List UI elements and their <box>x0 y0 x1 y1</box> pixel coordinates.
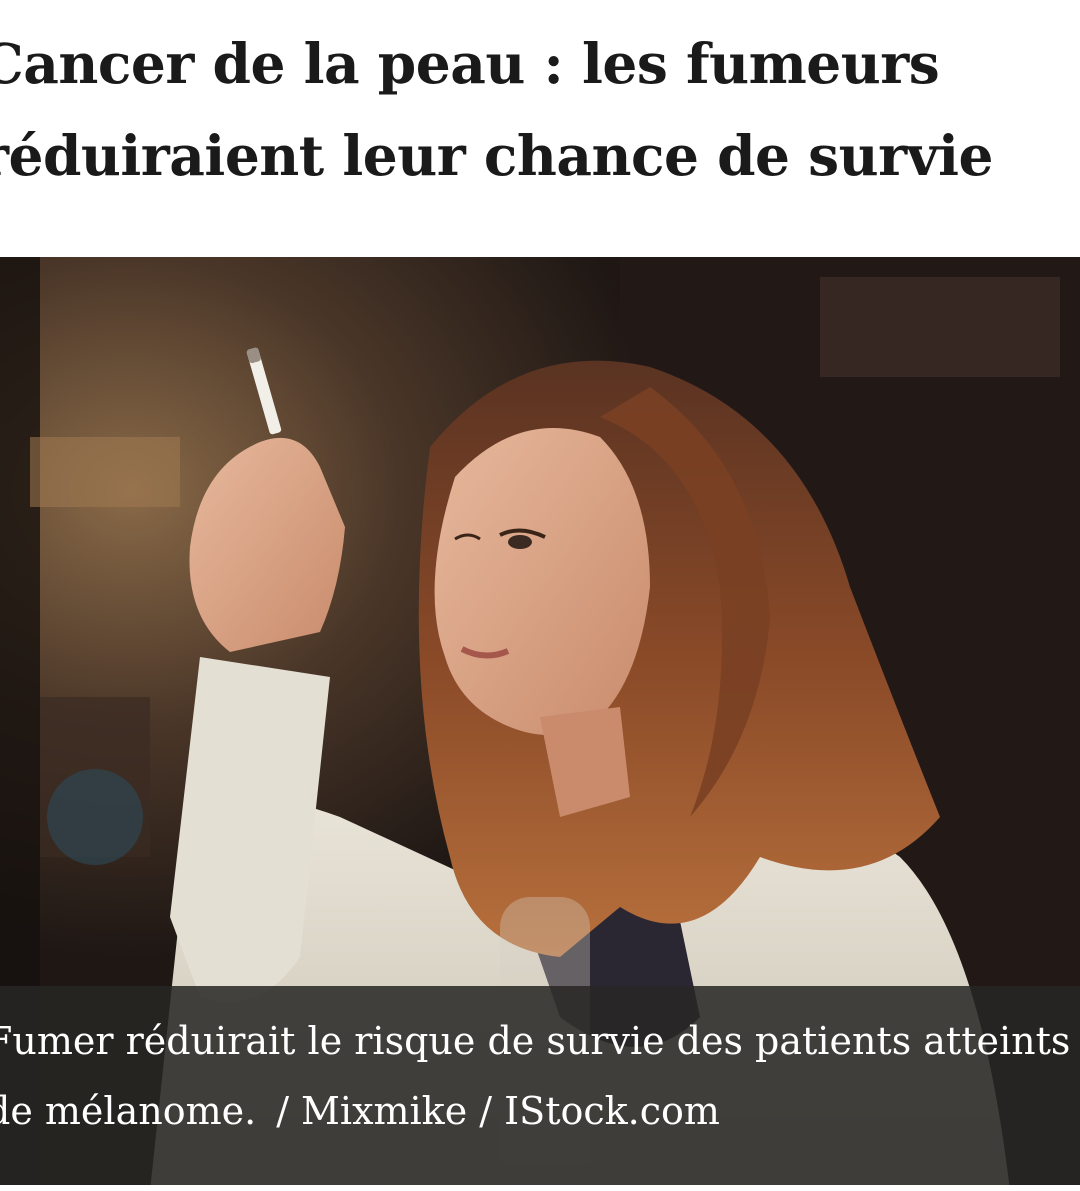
caption-line-2-text: de mélanome. <box>0 1089 257 1133</box>
photo-credit: Mixmike / IStock.com <box>301 1089 720 1133</box>
bottom-divider <box>0 1185 1080 1191</box>
caption-line-2: de mélanome. / Mixmike / IStock.com <box>0 1076 1080 1146</box>
headline-line-2: réduiraient leur chance de survie <box>0 123 993 188</box>
caption-line-1: Fumer réduirait le risque de survie des … <box>0 1019 1071 1063</box>
headline-line-1: Cancer de la peau : les fumeurs <box>0 31 940 96</box>
photo-caption: Fumer réduirait le risque de survie des … <box>0 986 1080 1191</box>
article-headline: Cancer de la peau : les fumeurs réduirai… <box>0 18 1080 202</box>
caption-text: Fumer réduirait le risque de survie des … <box>0 1006 1080 1146</box>
caption-separator: / <box>276 1089 289 1133</box>
